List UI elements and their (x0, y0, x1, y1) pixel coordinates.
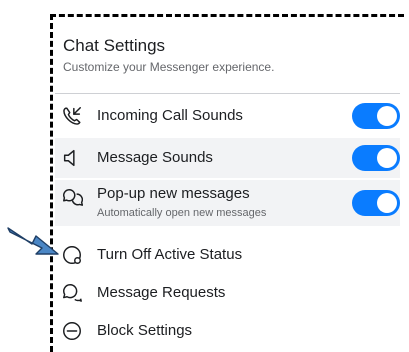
toggle-knob (377, 193, 397, 213)
message-requests-item[interactable]: Message Requests (55, 276, 400, 310)
page-title: Chat Settings (63, 36, 166, 55)
block-icon (61, 320, 83, 342)
dashed-border-left (50, 14, 53, 352)
dashed-border-top (50, 14, 404, 17)
popup-new-messages-sublabel: Automatically open new messages (97, 207, 267, 219)
pointer-arrow-icon (7, 227, 59, 255)
incoming-call-sounds-row[interactable]: Incoming Call Sounds (55, 98, 400, 134)
header: Chat Settings Customize your Messenger e… (63, 36, 274, 74)
turn-off-active-status-item[interactable]: Turn Off Active Status (55, 238, 400, 272)
active-status-icon (61, 244, 83, 266)
message-sounds-label: Message Sounds (97, 149, 213, 166)
popup-new-messages-label: Pop-up new messages (97, 185, 250, 202)
incoming-call-sounds-label: Incoming Call Sounds (97, 107, 243, 124)
page-subtitle: Customize your Messenger experience. (63, 60, 275, 74)
chat-settings-panel: Chat Settings Customize your Messenger e… (55, 20, 409, 352)
incoming-call-sounds-toggle[interactable] (352, 103, 400, 129)
chat-bubbles-icon (61, 187, 83, 209)
divider (55, 93, 400, 94)
block-settings-item[interactable]: Block Settings (55, 314, 400, 348)
toggle-knob (377, 106, 397, 126)
phone-incoming-icon (61, 105, 83, 127)
message-requests-label: Message Requests (97, 284, 226, 301)
popup-new-messages-row[interactable]: Pop-up new messages Automatically open n… (55, 180, 400, 226)
toggle-knob (377, 148, 397, 168)
message-requests-icon (61, 282, 83, 304)
block-settings-label: Block Settings (97, 322, 193, 339)
message-sounds-toggle[interactable] (352, 145, 400, 171)
message-sounds-row[interactable]: Message Sounds (55, 138, 400, 178)
speaker-icon (61, 147, 83, 169)
popup-new-messages-toggle[interactable] (352, 190, 400, 216)
turn-off-active-status-label: Turn Off Active Status (97, 246, 243, 263)
